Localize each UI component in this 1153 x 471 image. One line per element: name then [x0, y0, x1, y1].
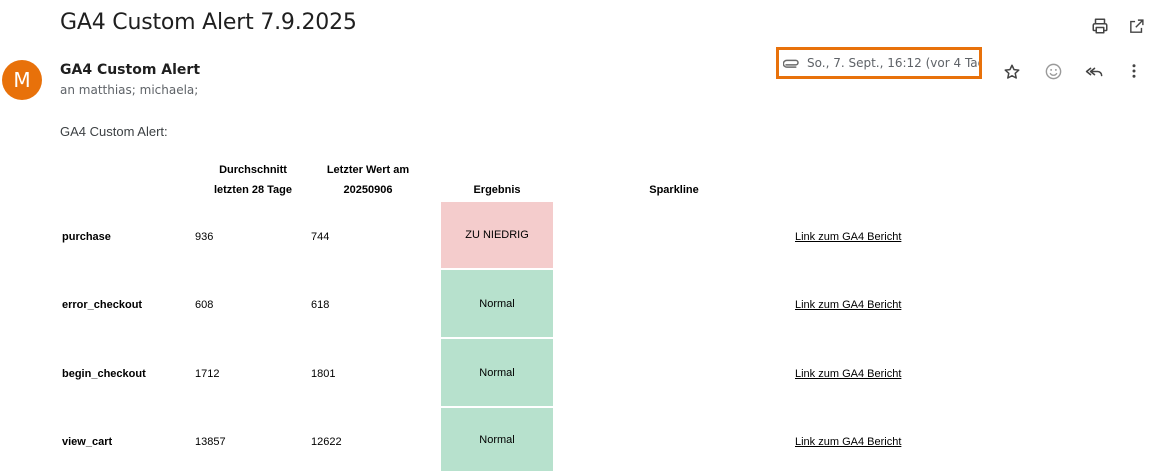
average-value: 608 — [195, 299, 214, 311]
email-intro: GA4 Custom Alert: — [60, 124, 168, 139]
header-last-value-line1: Letzter Wert am — [326, 164, 410, 176]
header-average-line2: letzten 28 Tage — [213, 184, 293, 196]
result-badge-too-low: ZU NIEDRIG — [441, 202, 553, 268]
header-sparkline: Sparkline — [649, 184, 699, 196]
recipients-line[interactable]: an matthias; michaela; — [60, 83, 198, 97]
sender-avatar[interactable]: M — [2, 60, 42, 100]
metric-name: error_checkout — [62, 299, 143, 311]
header-last-value: Letzter Wert am 20250906 — [308, 160, 428, 200]
sender-name[interactable]: GA4 Custom Alert — [60, 62, 200, 78]
email-date-text: So., 7. Sept., 16:12 (vor 4 Tagen) — [807, 56, 979, 70]
average-value: 1712 — [195, 368, 220, 380]
printer-icon[interactable] — [1089, 15, 1111, 37]
ga4-report-link[interactable]: Link zum GA4 Bericht — [795, 436, 901, 448]
average-value: 936 — [195, 231, 214, 243]
result-badge-normal: Normal — [441, 408, 553, 471]
last-value: 1801 — [311, 368, 336, 380]
ga4-report-link[interactable]: Link zum GA4 Bericht — [795, 368, 901, 380]
ga4-report-link[interactable]: Link zum GA4 Bericht — [795, 299, 901, 311]
reply-all-icon[interactable] — [1082, 59, 1106, 83]
last-value: 12622 — [311, 436, 342, 448]
metric-name: begin_checkout — [62, 368, 146, 380]
result-badge-normal: Normal — [441, 339, 553, 406]
metric-name: view_cart — [62, 436, 113, 448]
open-in-new-window-icon[interactable] — [1125, 15, 1147, 37]
result-badge-normal: Normal — [441, 270, 553, 337]
star-icon[interactable] — [1000, 60, 1024, 84]
emoji-reaction-icon[interactable] — [1041, 59, 1065, 83]
email-subject: GA4 Custom Alert 7.9.2025 — [60, 10, 357, 35]
header-average-line1: Durchschnitt — [219, 164, 287, 176]
metric-name: purchase — [62, 231, 111, 243]
header-average: Durchschnitt letzten 28 Tage — [195, 160, 311, 200]
email-date: So., 7. Sept., 16:12 (vor 4 Tagen) — [776, 47, 982, 79]
more-vertical-icon[interactable] — [1122, 59, 1146, 83]
last-value: 618 — [311, 299, 330, 311]
header-result: Ergebnis — [473, 184, 521, 196]
header-last-value-line2: 20250906 — [343, 184, 393, 196]
last-value: 744 — [311, 231, 330, 243]
paperclip-icon — [783, 57, 801, 69]
ga4-report-link[interactable]: Link zum GA4 Bericht — [795, 231, 901, 243]
average-value: 13857 — [195, 436, 226, 448]
